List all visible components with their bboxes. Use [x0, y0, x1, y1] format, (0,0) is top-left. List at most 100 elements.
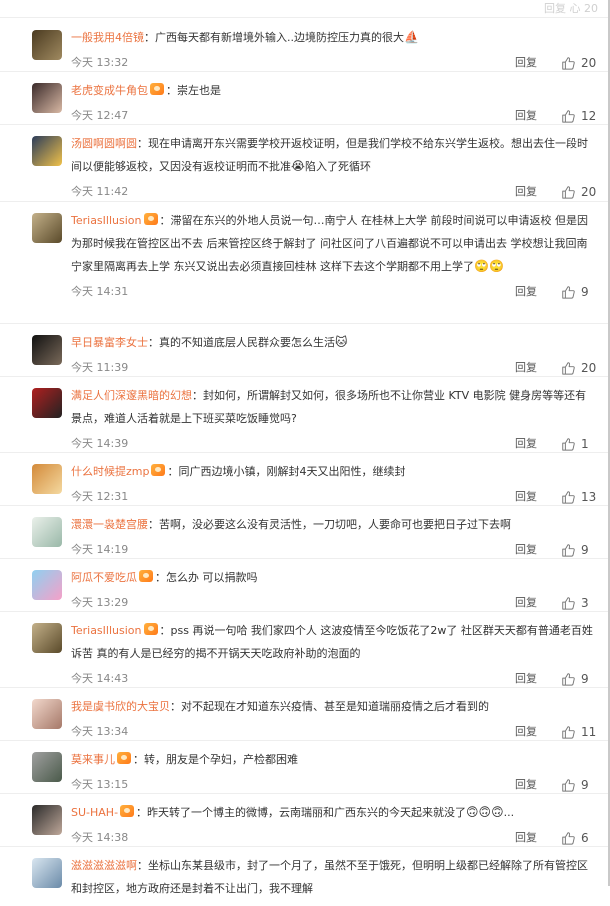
username-link[interactable]: 早日暴富李女士: [71, 336, 148, 349]
username-link[interactable]: 什么时候提zmp: [71, 465, 149, 478]
username-link[interactable]: 莫来事儿: [71, 753, 115, 766]
like-count: 6: [581, 831, 589, 845]
comment-text: 一般我用4倍镜：广西每天都有新增境外输入..边境防控压力真的很大⛵: [71, 26, 593, 49]
reply-button[interactable]: 回复: [515, 542, 537, 558]
thumbs-up-icon: [562, 57, 575, 70]
comment-body: 苦啊，没必要这么没有灵活性，一刀切吧，人要命可也要把日子过下去啊: [159, 518, 511, 531]
like-count: 11: [581, 725, 597, 739]
avatar[interactable]: [32, 517, 62, 547]
reply-button[interactable]: 回复: [515, 595, 537, 611]
like-button[interactable]: 13: [561, 489, 596, 505]
comment-text: TeriasIllusion ：pss 再说一句哈 我们家四个人 这波疫情至今吃饭…: [71, 619, 593, 665]
comment-item: 澴澴一袅楚宫腰：苦啊，没必要这么没有灵活性，一刀切吧，人要命可也要把日子过下去啊…: [0, 505, 608, 559]
comment-item: 一般我用4倍镜：广西每天都有新增境外输入..边境防控压力真的很大⛵ 今天 13:3…: [0, 18, 608, 72]
username-link[interactable]: 我是虞书欣的大宝贝: [71, 700, 170, 713]
avatar[interactable]: [32, 570, 62, 600]
reply-button[interactable]: 回复: [515, 55, 537, 71]
comment-body-tail: 陷入了死循环: [305, 160, 372, 173]
username-link[interactable]: TeriasIllusion: [71, 214, 142, 227]
comment-body: 广西每天都有新增境外输入..边境防控压力真的很大: [155, 31, 404, 44]
avatar[interactable]: [32, 858, 62, 888]
comment-body: 崇左也是: [177, 84, 221, 97]
comment-item: 滋滋滋滋滋啊：坐标山东某县级市，封了一个月了，虽然不至于饿死，但明明上级都已经解…: [0, 846, 608, 906]
separator-colon: ：: [137, 137, 148, 150]
username-link[interactable]: 一般我用4倍镜: [71, 31, 144, 44]
like-button[interactable]: 20: [561, 184, 596, 200]
emoji-icon: 🐱: [335, 335, 348, 349]
username-link[interactable]: 澴澴一袅楚宫腰: [71, 518, 148, 531]
emoji-icon: 😭: [291, 159, 306, 173]
comment-meta: 今天 11:39 回复 20: [71, 360, 596, 376]
emoji-icon: ⛵: [404, 30, 419, 44]
avatar[interactable]: [32, 699, 62, 729]
comment-meta: 今天 14:38 回复 6: [71, 830, 593, 846]
like-button[interactable]: 3: [561, 595, 589, 611]
separator-colon: ：: [144, 31, 155, 44]
username-link[interactable]: SU-HAH-: [71, 806, 118, 819]
emoji-icon: 🙃🙃🙃: [466, 805, 504, 819]
vip-badge-icon: [143, 213, 158, 225]
separator-colon: ：: [192, 389, 203, 402]
avatar[interactable]: [32, 805, 62, 835]
like-count: 20: [581, 56, 597, 70]
avatar[interactable]: [32, 30, 62, 60]
like-button[interactable]: 9: [561, 542, 589, 558]
avatar[interactable]: [32, 83, 62, 113]
username-link[interactable]: 滋滋滋滋滋啊: [71, 859, 137, 872]
like-button[interactable]: 9: [561, 284, 589, 300]
vip-badge-icon: [139, 570, 153, 582]
like-count: 12: [581, 109, 597, 123]
reply-button[interactable]: 回复: [515, 108, 537, 124]
like-button[interactable]: 12: [561, 108, 596, 124]
like-count: 13: [581, 490, 597, 504]
reply-button[interactable]: 回复: [515, 184, 537, 200]
reply-button[interactable]: 回复: [515, 436, 537, 452]
like-button[interactable]: 20: [561, 360, 596, 376]
vip-badge-icon: [117, 752, 131, 764]
comment-body-tail: ...: [503, 806, 515, 819]
like-button[interactable]: 1: [561, 436, 589, 452]
comment-item: 老虎变成牛角包 ：崇左也是 今天 12:47 回复 12: [0, 71, 608, 125]
avatar[interactable]: [32, 623, 62, 653]
comment-body: 真的不知道底层人民群众要怎么生活: [159, 336, 335, 349]
reply-button[interactable]: 回复: [515, 830, 537, 846]
avatar[interactable]: [32, 464, 62, 494]
comment-item: 早日暴富李女士：真的不知道底层人民群众要怎么生活🐱 今天 11:39 回复 20: [0, 323, 608, 377]
avatar[interactable]: [32, 213, 62, 243]
timestamp: 今天 14:39: [71, 437, 129, 450]
ghost-row-text: 回复 心 20: [544, 2, 598, 15]
like-button[interactable]: 9: [561, 777, 589, 793]
avatar[interactable]: [32, 335, 62, 365]
reply-button[interactable]: 回复: [515, 489, 537, 505]
timestamp: 今天 13:29: [71, 596, 129, 609]
username-link[interactable]: 汤圆啊圆啊圆: [71, 137, 137, 150]
comment-meta: 今天 14:19 回复 9: [71, 542, 593, 558]
username-link[interactable]: 老虎变成牛角包: [71, 84, 148, 97]
username-link[interactable]: 阿瓜不爱吃瓜: [71, 571, 137, 584]
like-button[interactable]: 11: [561, 724, 596, 740]
reply-button[interactable]: 回复: [515, 284, 537, 300]
separator-colon: ：: [170, 700, 181, 713]
like-button[interactable]: 6: [561, 830, 589, 846]
like-button[interactable]: 9: [561, 671, 589, 687]
comment-text: 老虎变成牛角包 ：崇左也是: [71, 79, 593, 102]
separator-colon: ：: [167, 465, 179, 478]
username-link[interactable]: TeriasIllusion: [71, 624, 142, 637]
avatar[interactable]: [32, 136, 62, 166]
reply-button[interactable]: 回复: [515, 360, 537, 376]
separator-colon: ：: [166, 84, 177, 97]
like-button[interactable]: 20: [561, 55, 596, 71]
comment-body: 坐标山东某县级市，封了一个月了，虽然不至于饿死，但明明上级都已经解除了所有管控区…: [71, 859, 588, 895]
username-link[interactable]: 满足人们深邃黑暗的幻想: [71, 389, 192, 402]
comment-item: 阿瓜不爱吃瓜 ：怎么办 可以捐款吗 今天 13:29 回复 3: [0, 558, 608, 612]
comment-text: 滋滋滋滋滋啊：坐标山东某县级市，封了一个月了，虽然不至于饿死，但明明上级都已经解…: [71, 854, 593, 900]
reply-button[interactable]: 回复: [515, 724, 537, 740]
timestamp: 今天 12:31: [71, 490, 129, 503]
reply-button[interactable]: 回复: [515, 777, 537, 793]
avatar[interactable]: [32, 388, 62, 418]
reply-button[interactable]: 回复: [515, 671, 537, 687]
thumbs-up-icon: [562, 491, 575, 504]
comment-item: 莫来事儿 ：转，朋友是个孕妇，产检都困难 今天 13:15 回复 9: [0, 740, 608, 794]
comment-body: 昨天转了一个博主的微博，云南瑞丽和广西东兴的今天起来就没了: [147, 806, 467, 819]
avatar[interactable]: [32, 752, 62, 782]
